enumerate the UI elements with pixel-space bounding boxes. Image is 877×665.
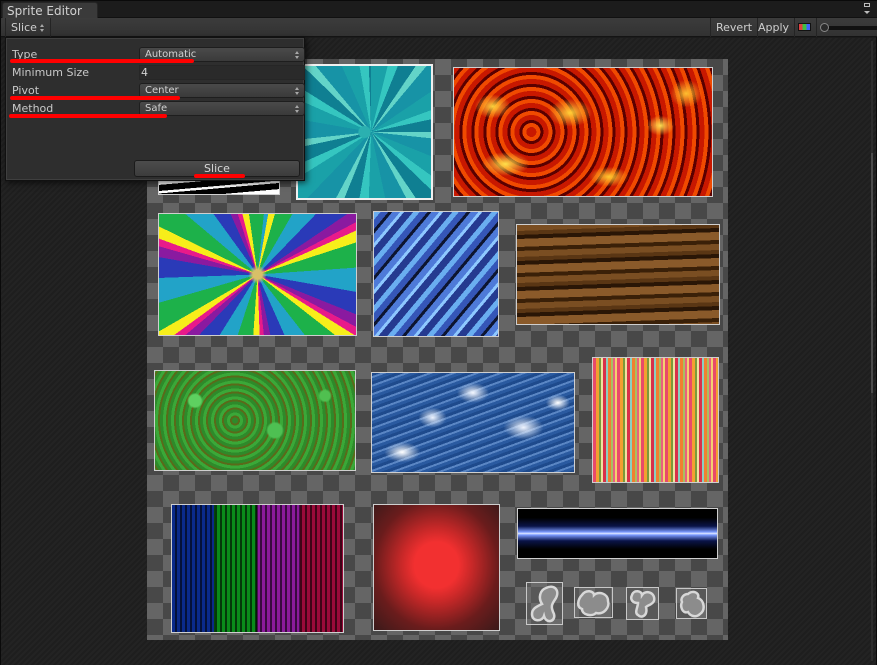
sprite-red-glow[interactable]: [373, 504, 500, 631]
color-channel-toggle[interactable]: [793, 18, 817, 37]
sprite-teal-swirl[interactable]: [296, 64, 433, 200]
sprite-blue-camo[interactable]: [373, 211, 499, 337]
dropdown-arrows-icon: [295, 105, 300, 113]
method-value: Safe: [145, 103, 168, 114]
petal-4-shape: [679, 590, 705, 617]
rgb-channels-icon: [798, 23, 811, 31]
dropdown-arrows-icon: [39, 24, 45, 32]
slice-menu-button[interactable]: Slice: [5, 18, 51, 37]
dropdown-arrows-icon: [295, 51, 300, 59]
sprite-petal-3[interactable]: [626, 587, 659, 620]
maximize-icon[interactable]: [864, 3, 870, 7]
sprite-petal-1[interactable]: [526, 582, 563, 625]
annotation-underline-method: [9, 114, 167, 118]
revert-button[interactable]: Revert: [710, 18, 759, 37]
sprite-green-terrain[interactable]: [154, 370, 356, 471]
minimum-size-row: Minimum Size 4: [11, 65, 305, 81]
zoom-slider-track[interactable]: [827, 26, 877, 30]
tab-sprite-editor[interactable]: Sprite Editor: [2, 2, 98, 19]
apply-button[interactable]: Apply: [753, 18, 796, 37]
sprite-blue-energy-beam[interactable]: [517, 508, 718, 559]
petal-2-shape: [576, 589, 610, 616]
petal-1-shape: [530, 585, 558, 622]
zoom-slider[interactable]: [819, 22, 877, 33]
window-menu-icon[interactable]: [864, 11, 870, 14]
sprite-blue-clouds[interactable]: [371, 372, 575, 473]
vertical-scrollbar-thumb[interactable]: [871, 153, 873, 393]
window-controls: [858, 2, 872, 16]
sprite-candy-stripes[interactable]: [592, 357, 719, 483]
zoom-slider-thumb[interactable]: [820, 23, 829, 32]
sprite-zebra-stripes[interactable]: [158, 179, 280, 195]
toolbar: Slice Revert Apply: [1, 18, 877, 37]
sprite-lava[interactable]: [453, 67, 713, 197]
sprite-petal-2[interactable]: [574, 587, 613, 618]
annotation-underline-pivot: [10, 96, 180, 100]
sprite-wood-grain[interactable]: [516, 224, 720, 325]
pivot-value: Center: [145, 85, 179, 96]
sprite-petal-4[interactable]: [676, 588, 707, 619]
sprite-rainbow-spiral[interactable]: [158, 213, 357, 336]
sprite-neon-streaks[interactable]: [171, 504, 344, 633]
sprite-editor-window: Sprite Editor Slice Revert Apply Type Au…: [0, 0, 877, 665]
tab-strip: Sprite Editor: [1, 1, 877, 19]
minimum-size-label: Minimum Size: [12, 66, 90, 79]
slice-menu-label: Slice: [11, 21, 37, 34]
annotation-underline-slice: [194, 174, 245, 178]
dropdown-arrows-icon: [295, 87, 300, 95]
petal-3-shape: [629, 589, 655, 618]
annotation-underline-type: [10, 59, 194, 63]
minimum-size-input[interactable]: 4: [139, 65, 305, 80]
